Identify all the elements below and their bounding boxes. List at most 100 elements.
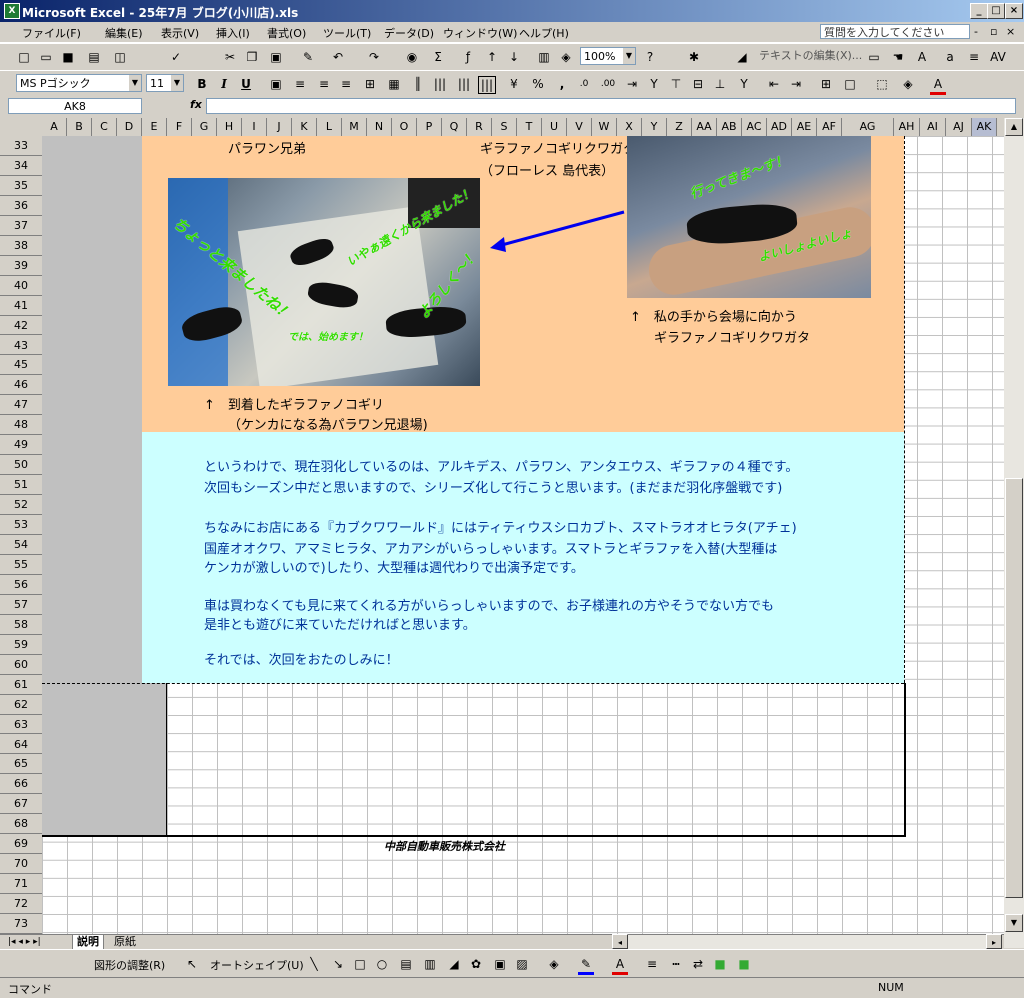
column-header-o[interactable]: O bbox=[392, 118, 417, 136]
horizontal-scrollbar[interactable]: ◂ ▸ bbox=[612, 934, 1002, 949]
copy-icon[interactable]: ❐ bbox=[244, 49, 260, 65]
middle-align-icon[interactable]: ⊟ bbox=[690, 76, 706, 92]
column-header-m[interactable]: M bbox=[342, 118, 367, 136]
doc-restore-icon[interactable]: ▫ bbox=[990, 25, 997, 38]
row-header-64[interactable]: 64 bbox=[0, 735, 42, 755]
row-header-73[interactable]: 73 bbox=[0, 914, 42, 934]
top-align-icon[interactable]: ⊤ bbox=[668, 76, 684, 92]
comma-button[interactable]: , bbox=[554, 76, 570, 92]
rectangle-icon[interactable]: □ bbox=[352, 956, 368, 972]
row-header-66[interactable]: 66 bbox=[0, 774, 42, 795]
sort-desc-icon[interactable]: ↓ bbox=[506, 49, 522, 65]
decrease-indent-icon[interactable]: ⇤ bbox=[766, 76, 782, 92]
row-header-58[interactable]: 58 bbox=[0, 615, 42, 635]
fill-color-icon[interactable]: ◈ bbox=[900, 76, 916, 92]
maximize-button[interactable]: □ bbox=[987, 3, 1005, 19]
row-header-41[interactable]: 41 bbox=[0, 296, 42, 316]
line-icon[interactable]: ╲ bbox=[306, 956, 322, 972]
doc-minimize-icon[interactable]: - bbox=[974, 25, 978, 38]
underline-button[interactable]: U bbox=[238, 76, 254, 92]
row-header-61[interactable]: 61 bbox=[0, 675, 42, 695]
hand-icon[interactable]: ☚ bbox=[890, 49, 906, 65]
new-icon[interactable]: □ bbox=[16, 49, 32, 65]
fill-bucket-icon[interactable]: ◈ bbox=[546, 956, 562, 972]
column-header-aj[interactable]: AJ bbox=[946, 118, 972, 136]
align-icon[interactable]: ≡ bbox=[966, 49, 982, 65]
row-header-55[interactable]: 55 bbox=[0, 555, 42, 575]
align-left-icon[interactable]: ≡ bbox=[292, 76, 308, 92]
row-header-70[interactable]: 70 bbox=[0, 854, 42, 875]
3d-icon[interactable]: ■ bbox=[736, 956, 752, 972]
hand-beetle-photo[interactable]: 行ってきま〜す！ よいしょよいしょ bbox=[627, 136, 871, 298]
line-style-icon[interactable]: ≡ bbox=[644, 956, 660, 972]
row-header-42[interactable]: 42 bbox=[0, 316, 42, 336]
column-header-n[interactable]: N bbox=[367, 118, 392, 136]
border-outline-icon[interactable]: □ bbox=[842, 76, 858, 92]
star-icon[interactable]: ✱ bbox=[686, 49, 702, 65]
excel-app-icon[interactable]: X bbox=[4, 3, 20, 19]
column-header-z[interactable]: Z bbox=[667, 118, 692, 136]
row-header-37[interactable]: 37 bbox=[0, 216, 42, 236]
column-header-ag[interactable]: AG bbox=[842, 118, 894, 136]
column-header-k[interactable]: K bbox=[292, 118, 317, 136]
row-header-59[interactable]: 59 bbox=[0, 635, 42, 655]
picture-icon[interactable]: ▨ bbox=[514, 956, 530, 972]
justify-icon[interactable]: ║ bbox=[410, 76, 426, 92]
row-header-62[interactable]: 62 bbox=[0, 695, 42, 715]
hyperlink-icon[interactable]: ◉ bbox=[404, 49, 420, 65]
zoom-select[interactable]: 100% ▼ bbox=[580, 47, 636, 65]
print-preview-icon[interactable]: ◫ bbox=[112, 49, 128, 65]
menu-help[interactable]: ヘルプ(H) bbox=[519, 25, 569, 41]
name-box[interactable]: AK8 bbox=[8, 98, 142, 114]
align-center-icon[interactable]: ≡ bbox=[316, 76, 332, 92]
function-icon[interactable]: ƒ bbox=[460, 49, 476, 65]
minimize-button[interactable]: _ bbox=[970, 3, 988, 19]
row-header-68[interactable]: 68 bbox=[0, 814, 42, 835]
row-header-53[interactable]: 53 bbox=[0, 515, 42, 535]
close-button[interactable]: × bbox=[1005, 3, 1023, 19]
select-pointer-icon[interactable]: ↖ bbox=[184, 956, 200, 972]
row-header-49[interactable]: 49 bbox=[0, 435, 42, 456]
arrow-style-icon[interactable]: ⇄ bbox=[690, 956, 706, 972]
currency-icon[interactable]: ¥ bbox=[506, 76, 522, 92]
row-header-60[interactable]: 60 bbox=[0, 655, 42, 675]
vertical-textbox-icon[interactable]: ▥ bbox=[422, 956, 438, 972]
font-select[interactable]: MS Pゴシック ▼ bbox=[16, 74, 142, 92]
clipart-icon[interactable]: ▣ bbox=[492, 956, 508, 972]
column-header-ae[interactable]: AE bbox=[792, 118, 817, 136]
column-header-p[interactable]: P bbox=[417, 118, 442, 136]
row-header-52[interactable]: 52 bbox=[0, 495, 42, 516]
row-header-35[interactable]: 35 bbox=[0, 176, 42, 196]
row-header-43[interactable]: 43 bbox=[0, 336, 42, 356]
column-header-q[interactable]: Q bbox=[442, 118, 467, 136]
paste-icon[interactable]: ▣ bbox=[268, 49, 284, 65]
borders-icon[interactable]: ⊞ bbox=[818, 76, 834, 92]
row-header-36[interactable]: 36 bbox=[0, 196, 42, 216]
column-header-ai[interactable]: AI bbox=[920, 118, 946, 136]
row-header-46[interactable]: 46 bbox=[0, 375, 42, 396]
open-icon[interactable]: ▭ bbox=[38, 49, 54, 65]
wordart-icon[interactable]: ◢ bbox=[446, 956, 462, 972]
border-vert-icon[interactable]: ||| bbox=[478, 76, 496, 94]
menu-edit[interactable]: 編集(E) bbox=[105, 25, 143, 41]
menu-view[interactable]: 表示(V) bbox=[161, 25, 199, 41]
column-header-v[interactable]: V bbox=[567, 118, 592, 136]
function-fx-icon[interactable]: fx bbox=[190, 98, 202, 111]
font-color-icon[interactable]: A bbox=[930, 76, 946, 95]
row-header-50[interactable]: 50 bbox=[0, 455, 42, 476]
undo-icon[interactable]: ↶ bbox=[330, 49, 346, 65]
tab-genshi[interactable]: 原紙 bbox=[110, 935, 140, 949]
column-header-aa[interactable]: AA bbox=[692, 118, 717, 136]
percent-button[interactable]: % bbox=[530, 76, 546, 92]
column-header-b[interactable]: B bbox=[67, 118, 92, 136]
review-icon[interactable]: ◢ bbox=[734, 49, 750, 65]
row-header-34[interactable]: 34 bbox=[0, 156, 42, 176]
italic-button[interactable]: I bbox=[216, 76, 232, 92]
bold-button[interactable]: B bbox=[194, 76, 210, 92]
menu-insert[interactable]: 挿入(I) bbox=[216, 25, 250, 41]
scroll-down-icon[interactable]: ▼ bbox=[1005, 914, 1023, 932]
autosum-icon[interactable]: Σ bbox=[430, 49, 446, 65]
bottom-align-icon[interactable]: ⊥ bbox=[712, 76, 728, 92]
column-header-l[interactable]: L bbox=[317, 118, 342, 136]
comment-icon[interactable]: ▭ bbox=[866, 49, 882, 65]
